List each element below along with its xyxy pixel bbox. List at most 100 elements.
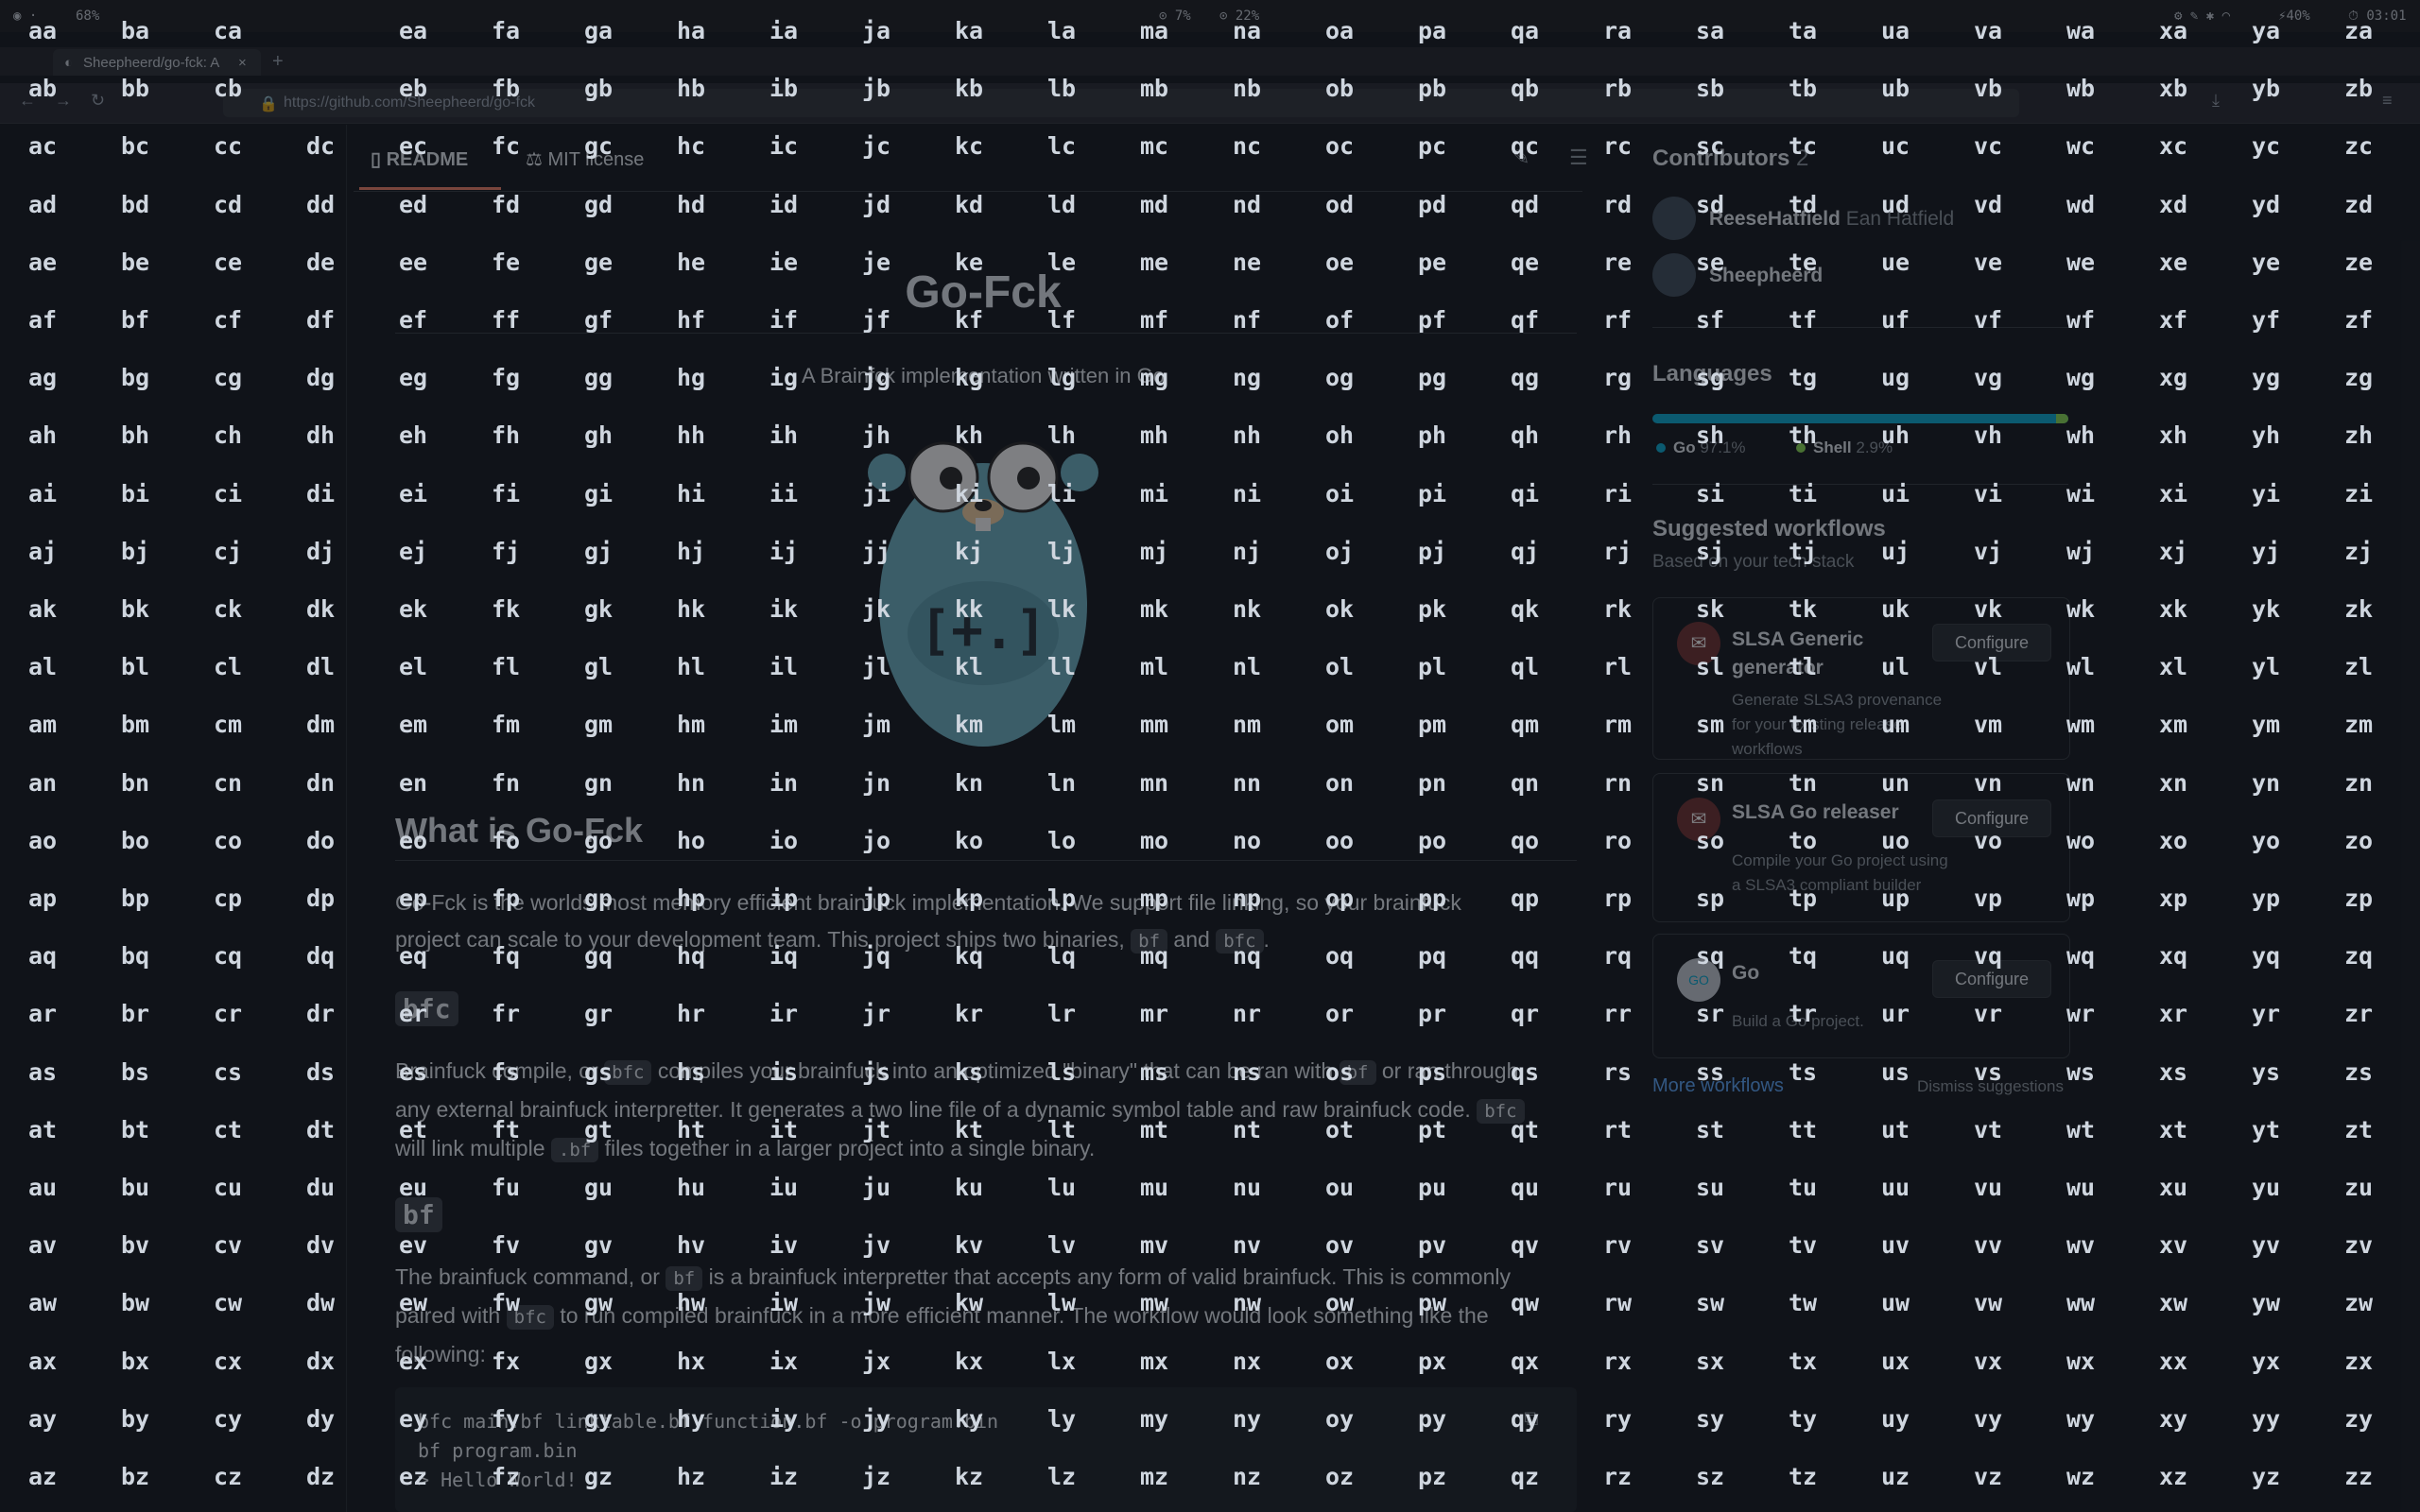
- hint-label[interactable]: tx: [1789, 1348, 1817, 1375]
- hint-label[interactable]: nd: [1233, 191, 1261, 218]
- hint-label[interactable]: zx: [2344, 1348, 2373, 1375]
- hint-label[interactable]: yw: [2252, 1289, 2280, 1316]
- hint-label[interactable]: iv: [769, 1231, 798, 1259]
- hint-label[interactable]: qo: [1511, 827, 1539, 854]
- hint-label[interactable]: ik: [769, 595, 798, 623]
- hint-label[interactable]: yo: [2252, 827, 2280, 854]
- hint-label[interactable]: wt: [2066, 1116, 2095, 1143]
- hint-label[interactable]: ol: [1325, 653, 1354, 680]
- hint-label[interactable]: tu: [1789, 1174, 1817, 1201]
- tab-readme[interactable]: ▯ README: [371, 147, 468, 171]
- hint-label[interactable]: wi: [2066, 480, 2095, 507]
- hint-label[interactable]: fh: [492, 421, 520, 449]
- hint-label[interactable]: wn: [2066, 769, 2095, 797]
- hint-label[interactable]: hd: [677, 191, 705, 218]
- hint-label[interactable]: om: [1325, 711, 1354, 738]
- hint-label[interactable]: ws: [2066, 1058, 2095, 1086]
- hint-label[interactable]: gm: [584, 711, 613, 738]
- more-workflows-link[interactable]: More workflows: [1652, 1075, 1784, 1097]
- hint-label[interactable]: nj: [1233, 538, 1261, 565]
- hint-label[interactable]: jd: [862, 191, 890, 218]
- hint-label[interactable]: hj: [677, 538, 705, 565]
- hint-label[interactable]: pn: [1418, 769, 1446, 797]
- hint-label[interactable]: ko: [955, 827, 983, 854]
- hint-label[interactable]: tg: [1789, 364, 1817, 391]
- hint-label[interactable]: xy: [2159, 1405, 2187, 1433]
- hint-label[interactable]: yq: [2252, 942, 2280, 970]
- hint-label[interactable]: vd: [1974, 191, 2002, 218]
- hint-label[interactable]: il: [769, 653, 798, 680]
- hint-label[interactable]: fd: [492, 191, 520, 218]
- hint-label[interactable]: ty: [1789, 1405, 1817, 1433]
- hint-label[interactable]: yd: [2252, 191, 2280, 218]
- browser-tab[interactable]: ◐ Sheepheerd/go-fck: A ×: [53, 49, 261, 76]
- hint-label[interactable]: ev: [399, 1231, 427, 1259]
- hint-label[interactable]: ju: [862, 1174, 890, 1201]
- edit-icon[interactable]: ✎: [1512, 146, 1530, 170]
- hint-label[interactable]: qk: [1511, 595, 1539, 623]
- hint-label[interactable]: el: [399, 653, 427, 680]
- hint-label[interactable]: nh: [1233, 421, 1261, 449]
- hint-label[interactable]: gv: [584, 1231, 613, 1259]
- language-shell[interactable]: Shell 2.9%: [1796, 438, 1893, 457]
- hint-label[interactable]: kd: [955, 191, 983, 218]
- hint-label[interactable]: zs: [2344, 1058, 2373, 1086]
- hint-label[interactable]: gn: [584, 769, 613, 797]
- hint-label[interactable]: zf: [2344, 306, 2373, 334]
- hint-label[interactable]: in: [769, 769, 798, 797]
- hint-label[interactable]: vh: [1974, 421, 2002, 449]
- hint-label[interactable]: kv: [955, 1231, 983, 1259]
- hint-label[interactable]: zo: [2344, 827, 2373, 854]
- hint-label[interactable]: su: [1696, 1174, 1724, 1201]
- hint-label[interactable]: zz: [2344, 1463, 2373, 1490]
- hint-label[interactable]: zp: [2344, 885, 2373, 912]
- hint-label[interactable]: xs: [2159, 1058, 2187, 1086]
- hint-label[interactable]: tf: [1789, 306, 1817, 334]
- hint-label[interactable]: mj: [1140, 538, 1168, 565]
- hint-label[interactable]: hr: [677, 1000, 705, 1027]
- hint-label[interactable]: ts: [1789, 1058, 1817, 1086]
- hint-label[interactable]: xx: [2159, 1348, 2187, 1375]
- hint-label[interactable]: fm: [492, 711, 520, 738]
- hint-label[interactable]: zw: [2344, 1289, 2373, 1316]
- hint-label[interactable]: rn: [1603, 769, 1632, 797]
- hint-label[interactable]: wc: [2066, 132, 2095, 160]
- hint-label[interactable]: rd: [1603, 191, 1632, 218]
- hint-label[interactable]: oh: [1325, 421, 1354, 449]
- hint-label[interactable]: pr: [1418, 1000, 1446, 1027]
- configure-button[interactable]: Configure: [1932, 960, 2051, 998]
- hint-label[interactable]: qu: [1511, 1174, 1539, 1201]
- hint-label[interactable]: ej: [399, 538, 427, 565]
- avatar[interactable]: [1652, 253, 1696, 297]
- contributor-2[interactable]: Sheepheerd: [1709, 265, 1823, 287]
- configure-button[interactable]: Configure: [1932, 799, 2051, 837]
- hint-label[interactable]: ho: [677, 827, 705, 854]
- hint-label[interactable]: vc: [1974, 132, 2002, 160]
- hint-label[interactable]: yt: [2252, 1116, 2280, 1143]
- hint-label[interactable]: mm: [1140, 711, 1168, 738]
- copy-icon[interactable]: ⧉: [1524, 1406, 1539, 1431]
- hint-label[interactable]: ok: [1325, 595, 1354, 623]
- hint-label[interactable]: nn: [1233, 769, 1261, 797]
- hint-label[interactable]: us: [1881, 1058, 1910, 1086]
- contributor-1[interactable]: ReeseHatfield Ean Hatfield: [1709, 208, 1954, 231]
- hint-label[interactable]: ln: [1047, 769, 1076, 797]
- hint-label[interactable]: ry: [1603, 1405, 1632, 1433]
- hint-label[interactable]: ri: [1603, 480, 1632, 507]
- tab-license[interactable]: ⚖ MIT license: [526, 147, 644, 171]
- hint-label[interactable]: gr: [584, 1000, 613, 1027]
- hint-label[interactable]: vx: [1974, 1348, 2002, 1375]
- hint-label[interactable]: qm: [1511, 711, 1539, 738]
- hint-label[interactable]: xn: [2159, 769, 2187, 797]
- hint-label[interactable]: mi: [1140, 480, 1168, 507]
- hint-label[interactable]: xl: [2159, 653, 2187, 680]
- hint-label[interactable]: yr: [2252, 1000, 2280, 1027]
- hint-label[interactable]: uu: [1881, 1174, 1910, 1201]
- hint-label[interactable]: rw: [1603, 1289, 1632, 1316]
- hint-label[interactable]: wf: [2066, 306, 2095, 334]
- hint-label[interactable]: xr: [2159, 1000, 2187, 1027]
- hint-label[interactable]: mr: [1140, 1000, 1168, 1027]
- hint-label[interactable]: zj: [2344, 538, 2373, 565]
- hint-label[interactable]: on: [1325, 769, 1354, 797]
- hint-label[interactable]: ek: [399, 595, 427, 623]
